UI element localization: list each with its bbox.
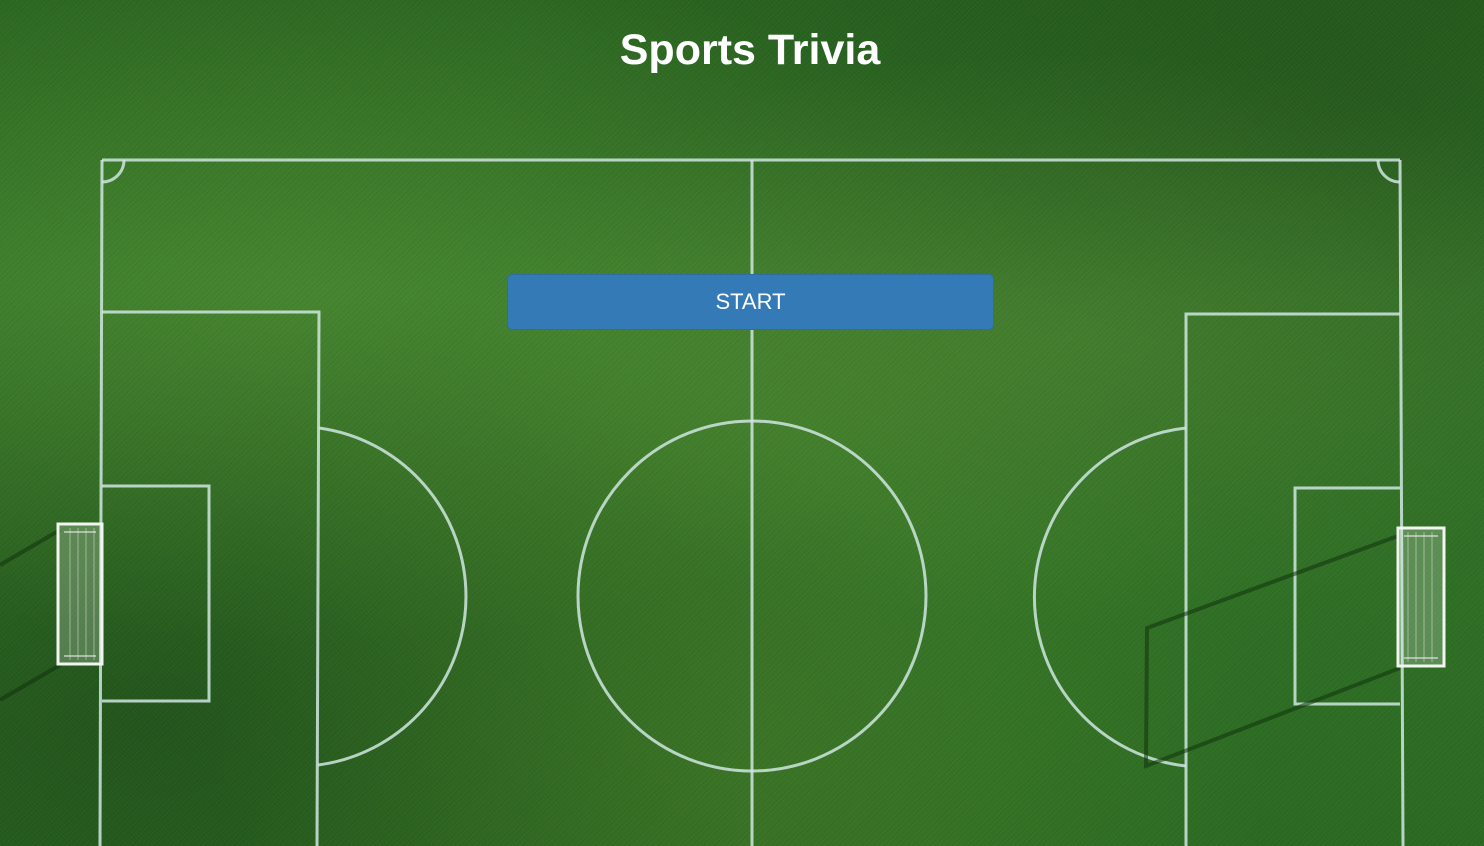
right-goal-line: [1398, 159, 1405, 846]
page-title: Sports Trivia: [619, 26, 881, 74]
right-penalty-arc: [1032, 426, 1187, 768]
corner-arc-right: [1376, 159, 1401, 184]
right-goal: [1396, 526, 1446, 668]
right-goal-box: [1293, 486, 1400, 706]
left-penalty-arc: [317, 426, 468, 767]
left-goal-shadow-top: [0, 528, 62, 567]
corner-arc-left: [101, 159, 126, 184]
start-button[interactable]: START: [507, 274, 994, 330]
right-goal-shadow: [1143, 534, 1401, 769]
left-goal-shadow-bottom: [0, 663, 62, 702]
left-goal: [56, 522, 104, 666]
soccer-field-background: [0, 0, 1484, 846]
pitch-lines: [0, 158, 1446, 846]
left-goal-box: [102, 484, 211, 703]
left-goal-line: [98, 159, 104, 846]
right-penalty-box: [1184, 312, 1400, 846]
